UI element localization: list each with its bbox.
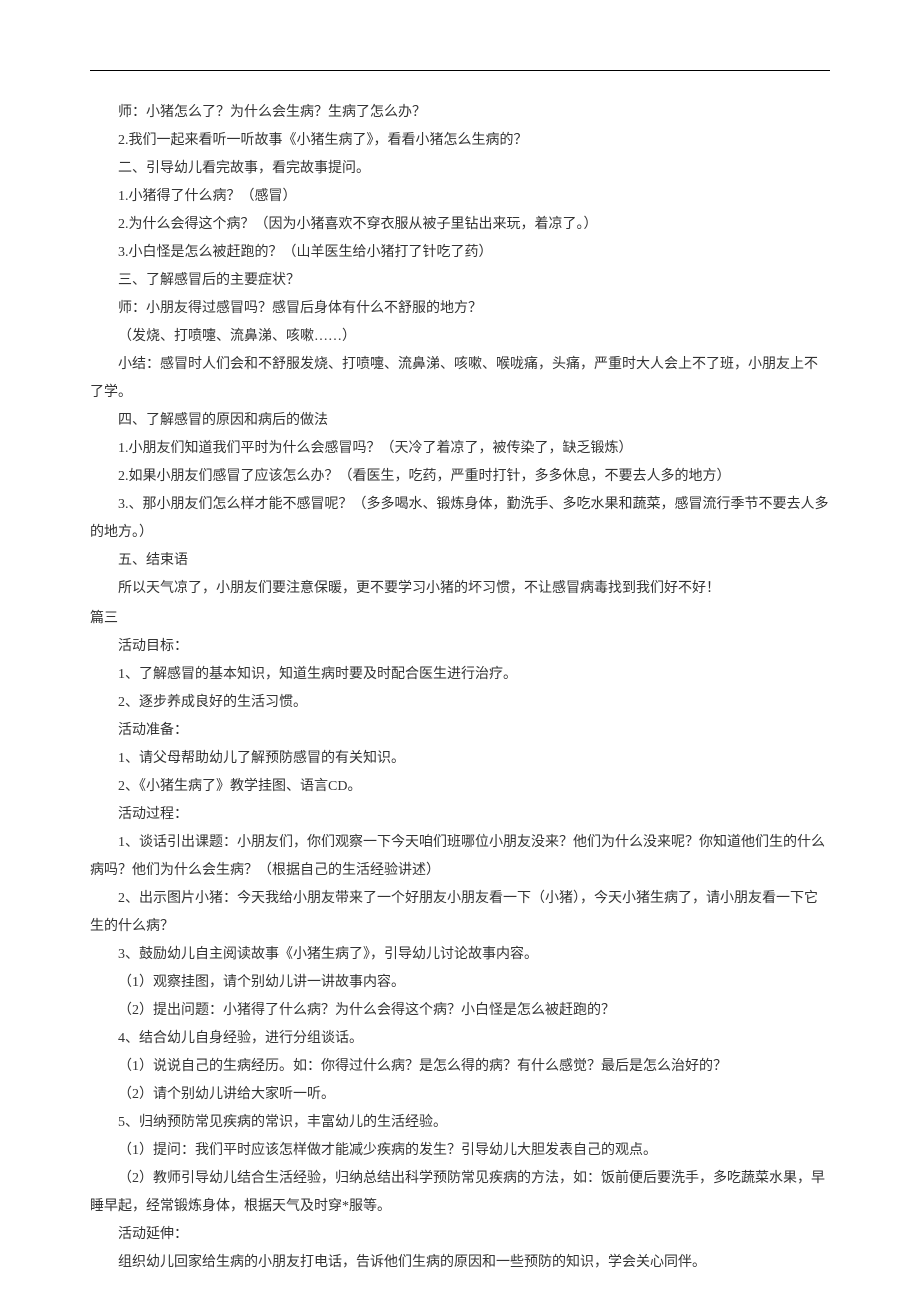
paragraph: （2）请个别幼儿讲给大家听一听。 — [90, 1081, 830, 1109]
section-heading: 篇三 — [90, 605, 830, 633]
paragraph: （2）教师引导幼儿结合生活经验，归纳总结出科学预防常见疾病的方法，如：饭前便后要… — [90, 1165, 830, 1221]
paragraph: 2.如果小朋友们感冒了应该怎么办？（看医生，吃药，严重时打针，多多休息，不要去人… — [90, 463, 830, 491]
paragraph: （1）说说自己的生病经历。如：你得过什么病？是怎么得的病？有什么感觉？最后是怎么… — [90, 1053, 830, 1081]
paragraph: 2、《小猪生病了》教学挂图、语言CD。 — [90, 773, 830, 801]
paragraph: 3.、那小朋友们怎么样才能不感冒呢？（多多喝水、锻炼身体，勤洗手、多吃水果和蔬菜… — [90, 491, 830, 547]
paragraph: 三、了解感冒后的主要症状？ — [90, 267, 830, 295]
paragraph: 小结：感冒时人们会和不舒服发烧、打喷嚏、流鼻涕、咳嗽、喉咙痛，头痛，严重时大人会… — [90, 351, 830, 407]
paragraph: 2、逐步养成良好的生活习惯。 — [90, 689, 830, 717]
paragraph: 组织幼儿回家给生病的小朋友打电话，告诉他们生病的原因和一些预防的知识，学会关心同… — [90, 1249, 830, 1277]
paragraph: 1、请父母帮助幼儿了解预防感冒的有关知识。 — [90, 745, 830, 773]
paragraph: 师：小朋友得过感冒吗？感冒后身体有什么不舒服的地方？ — [90, 295, 830, 323]
paragraph: 活动目标： — [90, 633, 830, 661]
paragraph: 师：小猪怎么了？为什么会生病？生病了怎么办？ — [90, 99, 830, 127]
paragraph: 五、结束语 — [90, 547, 830, 575]
paragraph: 2、出示图片小猪：今天我给小朋友带来了一个好朋友小朋友看一下（小猪），今天小猪生… — [90, 885, 830, 941]
paragraph: 活动过程： — [90, 801, 830, 829]
paragraph: （1）观察挂图，请个别幼儿讲一讲故事内容。 — [90, 969, 830, 997]
paragraph: （发烧、打喷嚏、流鼻涕、咳嗽……） — [90, 323, 830, 351]
paragraph: 1.小朋友们知道我们平时为什么会感冒吗？（天冷了着凉了，被传染了，缺乏锻炼） — [90, 435, 830, 463]
paragraph: （2）提出问题：小猪得了什么病？为什么会得这个病？小白怪是怎么被赶跑的？ — [90, 997, 830, 1025]
horizontal-rule — [90, 70, 830, 71]
paragraph: 2.为什么会得这个病？（因为小猪喜欢不穿衣服从被子里钻出来玩，着凉了。） — [90, 211, 830, 239]
paragraph: 1、了解感冒的基本知识，知道生病时要及时配合医生进行治疗。 — [90, 661, 830, 689]
paragraph: （1）提问：我们平时应该怎样做才能减少疾病的发生？引导幼儿大胆发表自己的观点。 — [90, 1137, 830, 1165]
paragraph: 3、鼓励幼儿自主阅读故事《小猪生病了》，引导幼儿讨论故事内容。 — [90, 941, 830, 969]
paragraph: 四、了解感冒的原因和病后的做法 — [90, 407, 830, 435]
paragraph: 活动延伸： — [90, 1221, 830, 1249]
paragraph: 二、引导幼儿看完故事，看完故事提问。 — [90, 155, 830, 183]
paragraph: 2.我们一起来看听一听故事《小猪生病了》，看看小猪怎么生病的？ — [90, 127, 830, 155]
paragraph: 活动准备： — [90, 717, 830, 745]
paragraph: 5、归纳预防常见疾病的常识，丰富幼儿的生活经验。 — [90, 1109, 830, 1137]
paragraph: 1、谈话引出课题：小朋友们，你们观察一下今天咱们班哪位小朋友没来？他们为什么没来… — [90, 829, 830, 885]
document-body: 师：小猪怎么了？为什么会生病？生病了怎么办？2.我们一起来看听一听故事《小猪生病… — [90, 99, 830, 1277]
paragraph: 4、结合幼儿自身经验，进行分组谈话。 — [90, 1025, 830, 1053]
paragraph: 3.小白怪是怎么被赶跑的？（山羊医生给小猪打了针吃了药） — [90, 239, 830, 267]
paragraph: 1.小猪得了什么病？（感冒） — [90, 183, 830, 211]
paragraph: 所以天气凉了，小朋友们要注意保暖，更不要学习小猪的坏习惯，不让感冒病毒找到我们好… — [90, 575, 830, 603]
